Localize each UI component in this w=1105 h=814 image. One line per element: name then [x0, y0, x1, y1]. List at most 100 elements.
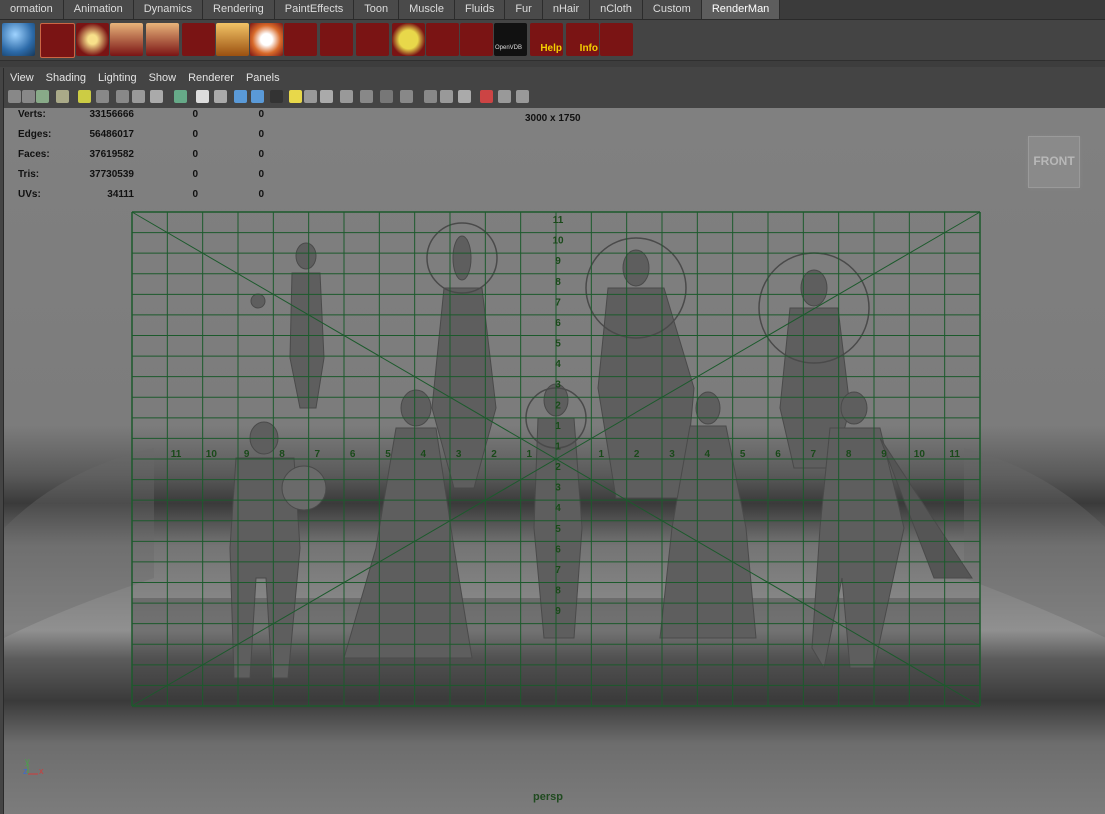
hud-selected-faces: 0 — [192, 149, 198, 160]
area-light-icon[interactable] — [110, 23, 143, 56]
ribbon-icon[interactable] — [182, 23, 215, 56]
shelf-tab-animation[interactable]: Animation — [63, 0, 134, 19]
hud-triangles-edges: 0 — [258, 129, 264, 140]
snapshot-icon[interactable] — [498, 90, 511, 103]
help-icon[interactable]: Help — [530, 23, 563, 56]
hud-triangles-uvs: 0 — [258, 189, 264, 200]
node-icon[interactable] — [356, 23, 389, 56]
hud-triangles-faces: 0 — [258, 149, 264, 160]
bookmark-icon[interactable] — [36, 90, 49, 103]
smooth-shade-icon[interactable] — [234, 90, 247, 103]
shadows-icon[interactable] — [304, 90, 317, 103]
area-light-2-icon[interactable] — [146, 23, 179, 56]
menu-renderer[interactable]: Renderer — [182, 72, 240, 84]
safe-action-icon[interactable] — [174, 90, 187, 103]
hud-selected-verts: 0 — [192, 109, 198, 120]
image-plane-icon[interactable] — [56, 90, 69, 103]
dof-icon[interactable] — [380, 90, 393, 103]
select-camera-icon[interactable] — [8, 90, 21, 103]
info-icon[interactable]: Info — [566, 23, 599, 56]
grid-number-label: 4 — [705, 449, 711, 460]
shelf-tab-fluids[interactable]: Fluids — [454, 0, 506, 19]
motion-blur-icon[interactable] — [340, 90, 353, 103]
image-icon[interactable] — [480, 90, 493, 103]
use-lights-icon[interactable] — [289, 90, 302, 103]
isolate-icon[interactable] — [400, 90, 413, 103]
grid-number-label: 2 — [555, 400, 561, 411]
grid-number-label: 9 — [244, 449, 250, 460]
openvdb-label: OpenVDB — [495, 45, 523, 51]
openvdb-icon[interactable]: OpenVDB — [494, 23, 527, 56]
grid-number-label: 6 — [555, 318, 561, 329]
menu-lighting[interactable]: Lighting — [92, 72, 143, 84]
hud-total-uvs: 34111 — [107, 189, 134, 200]
grid-number-label: 1 — [555, 441, 561, 452]
cube-icon[interactable] — [460, 23, 493, 56]
textured-icon[interactable] — [270, 90, 283, 103]
grid-number-label: 8 — [279, 449, 285, 460]
search-icon[interactable] — [320, 23, 353, 56]
menu-shading[interactable]: Shading — [40, 72, 92, 84]
grid-number-label: 11 — [171, 449, 182, 460]
hud-label-verts: Verts: — [18, 109, 46, 120]
menu-show[interactable]: Show — [143, 72, 183, 84]
grid-number-label: 1 — [599, 449, 605, 460]
aa-icon[interactable] — [360, 90, 373, 103]
shelf-tab-rendering[interactable]: Rendering — [203, 0, 275, 19]
xray-joints-icon[interactable] — [440, 90, 453, 103]
grid-icon[interactable] — [78, 90, 91, 103]
toggle-icon[interactable] — [516, 90, 529, 103]
xray-icon[interactable] — [424, 90, 437, 103]
grid-number-label: 9 — [555, 606, 561, 617]
resolution-gate-icon[interactable] — [116, 90, 129, 103]
field-chart-grid: 111098765432112345678911 10 9 8 7 6 5 4 3 2 1 1 2 3 4 5… — [131, 211, 981, 707]
crate-icon[interactable] — [216, 23, 249, 56]
shelf-tab-painteffects[interactable]: PaintEffects — [274, 0, 355, 19]
shelf-tab-toon[interactable]: Toon — [354, 0, 400, 19]
grid-number-label: 9 — [881, 449, 887, 460]
menu-view[interactable]: View — [4, 72, 40, 84]
panel-toolbar — [4, 87, 1105, 107]
lock-camera-icon[interactable] — [22, 90, 35, 103]
ao-icon[interactable] — [320, 90, 333, 103]
viewcube[interactable]: FRONT — [1028, 136, 1080, 188]
wireframe-icon[interactable] — [214, 90, 227, 103]
light-eye-icon[interactable] — [76, 23, 109, 56]
shelf-tab-ncloth[interactable]: nCloth — [590, 0, 643, 19]
grid-number-label: 1 — [555, 421, 561, 432]
field-chart-icon[interactable] — [150, 90, 163, 103]
panel-menubar: View Shading Lighting Show Renderer Panels — [4, 68, 1105, 87]
puzzle-icon[interactable] — [600, 23, 633, 56]
globe-icon[interactable] — [392, 23, 425, 56]
shelf-tab-fur[interactable]: Fur — [505, 0, 543, 19]
shelf-tab-ormation[interactable]: ormation — [0, 0, 64, 19]
hud-triangles-tris: 0 — [258, 169, 264, 180]
safe-title-icon[interactable] — [196, 90, 209, 103]
film-gate-icon[interactable] — [96, 90, 109, 103]
grid-number-label: 7 — [555, 565, 561, 576]
folder-icon[interactable] — [284, 23, 317, 56]
grid-number-label: 7 — [555, 297, 561, 308]
wireframe-on-shaded-icon[interactable] — [251, 90, 264, 103]
shelf-tab-dynamics[interactable]: Dynamics — [133, 0, 204, 19]
hud-total-tris: 37730539 — [89, 169, 135, 180]
grid-number-label: 5 — [555, 339, 561, 350]
backface-icon[interactable] — [458, 90, 471, 103]
grid-number-label: 6 — [775, 449, 781, 460]
refresh-icon[interactable] — [250, 23, 283, 56]
grid-number-label: 6 — [350, 449, 356, 460]
hud-selected-uvs: 0 — [192, 189, 198, 200]
hud-label-uvs: UVs: — [18, 189, 41, 200]
sphere-shelf-icon[interactable] — [2, 23, 35, 56]
gate-mask-icon[interactable] — [132, 90, 145, 103]
shelf-tab-muscle[interactable]: Muscle — [399, 0, 455, 19]
shelf-tab-renderman[interactable]: RenderMan — [701, 0, 781, 19]
menu-panels[interactable]: Panels — [240, 72, 286, 84]
grid-number-label: 4 — [555, 359, 561, 370]
hud-total-verts: 33156666 — [89, 109, 135, 120]
script-editor-icon[interactable] — [40, 23, 75, 58]
perspective-viewport[interactable]: 11 10 9 8 7 6 5 4 3 2 1 1 2 3 4 5 6 7 8 9 11 10 9 8 7 6 5 4 3 2 1 1 2 3 4 5… — [4, 108, 1105, 814]
shelf-tab-custom[interactable]: Custom — [642, 0, 702, 19]
move-icon[interactable] — [426, 23, 459, 56]
shelf-tab-nhair[interactable]: nHair — [542, 0, 591, 19]
